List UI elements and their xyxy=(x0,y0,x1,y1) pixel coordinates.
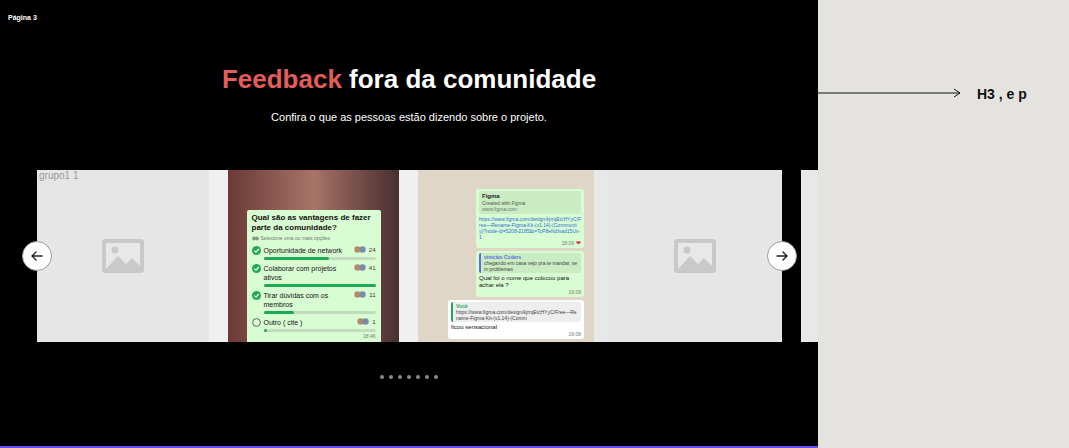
poll-option-row: Colaborar com projetos ativos 41 xyxy=(252,264,376,282)
poll-bubble: Qual são as vantagens de fazer parte da … xyxy=(247,210,381,342)
card-label: grupo1 1 xyxy=(39,170,78,182)
check-icon xyxy=(252,291,261,300)
chat-message: FigmaCreated with Figmawww.figma.comhttp… xyxy=(476,189,584,248)
image-placeholder-icon xyxy=(674,239,716,273)
poll-option-row: Outro ( cite ) 1 xyxy=(252,318,376,327)
carousel-card[interactable]: Qual são as vantagens de fazer parte da … xyxy=(209,170,418,342)
image-placeholder-icon xyxy=(102,239,144,273)
reaction: ❤ xyxy=(576,240,581,246)
quoted-message: Vocêhttps://www.figma.com/design/kjrrqEt… xyxy=(451,302,581,322)
title-rest: fora da comunidade xyxy=(342,64,596,94)
avatars-icon xyxy=(354,264,366,271)
carousel-dot[interactable] xyxy=(425,375,429,379)
link-preview: FigmaCreated with Figmawww.figma.com xyxy=(479,191,581,214)
message-footer: 19:09 xyxy=(479,289,581,295)
message-text: Qual foi o nome que colocou para achar e… xyxy=(479,275,581,289)
message-link: https://www.figma.com/design/kjrrqEtcHYy… xyxy=(479,216,581,240)
poll-bar-fill xyxy=(264,284,376,287)
quote-author: vinicius Coders xyxy=(484,254,578,260)
poll-bar-fill xyxy=(264,311,294,314)
avatars-icon xyxy=(354,246,366,253)
arrow-right-icon xyxy=(776,250,788,262)
quoted-message: vinicius Coderschegando em casa vejo pra… xyxy=(479,253,581,273)
poll-option-count: 24 xyxy=(369,246,376,255)
avatars-icon xyxy=(354,291,366,298)
poll-option-label: Colaborar com projetos ativos xyxy=(264,264,351,282)
chat-message: vinicius Coderschegando em casa vejo pra… xyxy=(476,251,584,297)
carousel-dot[interactable] xyxy=(434,375,438,379)
poll-hint: Selecione uma ou mais opções xyxy=(252,235,376,242)
check-icon xyxy=(252,264,261,273)
message-time: 19:09 xyxy=(568,289,581,295)
carousel-card[interactable] xyxy=(608,170,782,342)
poll-screenshot: Qual são as vantagens de fazer parte da … xyxy=(228,170,399,342)
poll-option-label: Tirar dúvidas com os membros xyxy=(264,291,352,309)
poll-option-count: 11 xyxy=(369,291,375,300)
select-icon xyxy=(252,236,259,241)
message-text: ficou sensacional xyxy=(451,324,581,331)
poll-question: Qual são as vantagens de fazer parte da … xyxy=(252,213,376,233)
check-icon xyxy=(252,246,261,255)
next-button[interactable] xyxy=(767,241,797,271)
poll-option-label: Oportunidade de network xyxy=(264,246,351,255)
preview-subtitle: Created with Figma xyxy=(482,200,578,206)
poll-option[interactable]: Tirar dúvidas com os membros 11 xyxy=(252,291,376,314)
carousel-dots xyxy=(0,375,818,379)
poll-time: 18:46 xyxy=(363,333,376,340)
carousel-dot[interactable] xyxy=(398,375,402,379)
poll-option[interactable]: Outro ( cite ) 1 xyxy=(252,318,376,332)
unchecked-icon xyxy=(252,318,261,327)
poll-bar-fill xyxy=(264,329,267,332)
carousel-dot[interactable] xyxy=(416,375,420,379)
poll-option-row: Tirar dúvidas com os membros 11 xyxy=(252,291,376,309)
carousel-next-card xyxy=(801,170,818,342)
poll-option-label: Outro ( cite ) xyxy=(264,318,355,327)
carousel: grupo1 1 Qual são as vantagens de fazer p… xyxy=(0,170,818,342)
carousel-dot[interactable] xyxy=(407,375,411,379)
section-subtitle: Confira o que as pessoas estão dizendo s… xyxy=(0,109,818,125)
poll-bar-fill xyxy=(264,257,330,260)
poll-bar-track xyxy=(264,257,376,260)
chat-screenshot: FigmaCreated with Figmawww.figma.comhttp… xyxy=(418,170,594,342)
annotation-text: H3 , e p xyxy=(977,85,1027,103)
carousel-card[interactable]: grupo1 1 xyxy=(37,170,209,342)
quote-text: chegando em casa vejo pra te mandar, sem… xyxy=(484,260,578,272)
carousel-card[interactable]: FigmaCreated with Figmawww.figma.comhttp… xyxy=(418,170,608,342)
section-title: Feedback fora da comunidade xyxy=(0,63,818,95)
carousel-dot[interactable] xyxy=(389,375,393,379)
avatars-icon xyxy=(357,318,369,325)
poll-hint-text: Selecione uma ou mais opções xyxy=(261,235,331,242)
annotation-area: H3 , e p xyxy=(818,0,1069,448)
design-frame: Página 3 Feedback fora da comunidade Confi… xyxy=(0,0,818,448)
message-time: 18:09 xyxy=(561,240,574,246)
preview-title: Figma xyxy=(482,193,578,200)
carousel-dot[interactable] xyxy=(380,375,384,379)
quote-author: Você xyxy=(456,303,578,309)
title-highlight: Feedback xyxy=(222,64,342,94)
poll-option-row: Oportunidade de network 24 xyxy=(252,246,376,255)
chat-message: Vocêhttps://www.figma.com/design/kjrrqEt… xyxy=(448,300,584,339)
poll-bar-track xyxy=(264,329,376,332)
poll-bar-track xyxy=(264,311,376,314)
prev-button[interactable] xyxy=(22,241,52,271)
frame-label: Página 3 xyxy=(0,0,818,23)
carousel-track: grupo1 1 Qual são as vantagens de fazer p… xyxy=(37,170,782,342)
poll-option[interactable]: Colaborar com projetos ativos 41 xyxy=(252,264,376,287)
message-footer: 19:08 xyxy=(451,331,581,337)
poll-bar-track xyxy=(264,284,376,287)
arrow-left-icon xyxy=(31,250,43,262)
poll-option-count: 41 xyxy=(369,264,376,273)
poll-option-count: 1 xyxy=(372,318,375,327)
annotation-arrow-icon xyxy=(818,86,962,100)
quote-text: https://www.figma.com/design/kjrrqEtcHYy… xyxy=(456,309,578,321)
message-time: 19:08 xyxy=(568,331,581,337)
preview-domain: www.figma.com xyxy=(482,206,578,212)
message-footer: 18:09❤ xyxy=(479,240,581,246)
poll-option[interactable]: Oportunidade de network 24 xyxy=(252,246,376,260)
